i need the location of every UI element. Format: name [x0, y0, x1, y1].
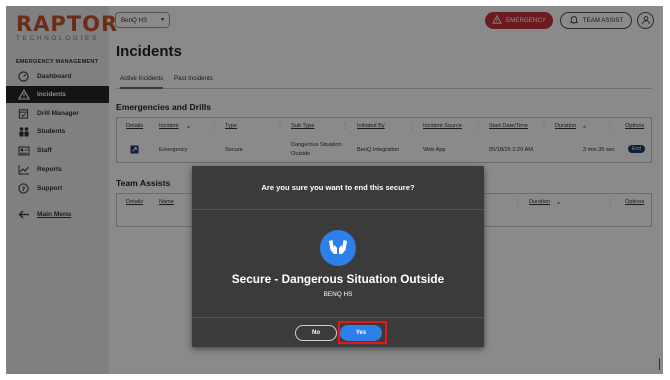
raised-hands-icon: [320, 230, 356, 266]
no-button[interactable]: No: [295, 325, 337, 341]
dialog-title: Secure - Dangerous Situation Outside: [231, 272, 445, 286]
end-secure-dialog: Are you sure you want to end this secure…: [192, 166, 484, 347]
text-cursor: [659, 358, 660, 370]
dialog-question: Are you sure you want to end this secure…: [192, 166, 484, 210]
dialog-subtitle: BENQ HS: [323, 291, 353, 298]
yes-button-highlight: [338, 321, 387, 344]
